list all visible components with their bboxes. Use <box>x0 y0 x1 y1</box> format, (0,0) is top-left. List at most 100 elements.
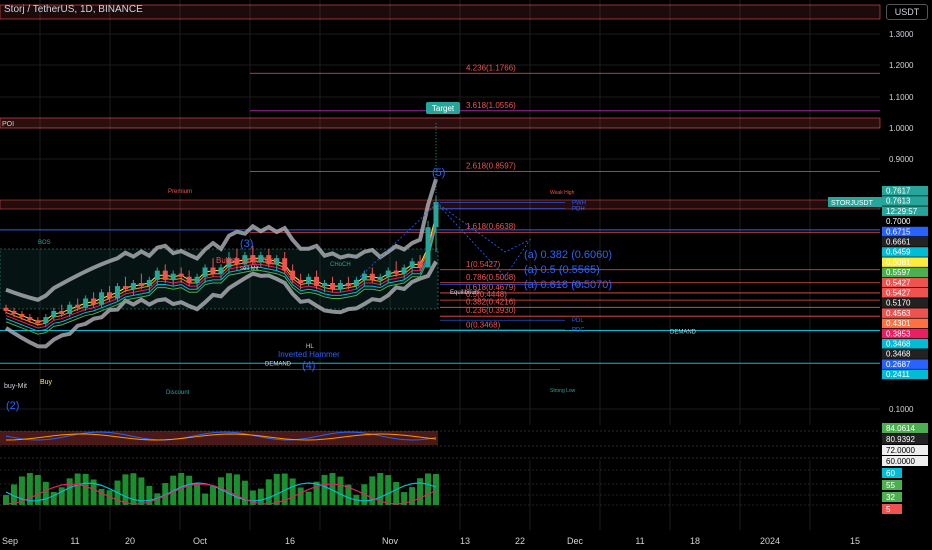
candle-body <box>337 283 343 290</box>
candle-body <box>306 276 312 283</box>
price-label: 0.5427 <box>886 278 911 287</box>
osc-b-bar <box>82 473 89 505</box>
choch-label: CHoCH <box>330 262 351 268</box>
wave-3-label: (3) <box>240 238 253 250</box>
demand-label-right: DEMAND <box>670 329 697 335</box>
osc-a-label: 72.0000 <box>886 446 915 455</box>
osc-b-bar <box>425 473 432 505</box>
osc-a-label: 80.9392 <box>886 435 915 444</box>
price-label: 0.3468 <box>886 340 911 349</box>
osc-b-bar <box>225 473 232 505</box>
candle-body <box>3 307 9 311</box>
candle-body <box>75 304 81 308</box>
pdh-label: PDH <box>572 207 585 213</box>
time-tick: 18 <box>690 536 700 546</box>
price-label: 0.5427 <box>886 289 911 298</box>
osc-b-bar <box>433 473 439 505</box>
time-tick: 22 <box>515 536 525 546</box>
osc-b-bar <box>202 493 209 505</box>
fib-level-label: 4.236(1.1766) <box>466 63 516 72</box>
osc-b-bar <box>305 491 312 505</box>
time-tick: 11 <box>70 536 79 546</box>
fib-level-label: 0.236(0.3930) <box>466 306 516 315</box>
osc-b-bar <box>385 475 392 505</box>
sell-mit-label: sell Mit <box>240 266 259 272</box>
equilibrium-label: Equilibrium <box>450 290 480 296</box>
discount-label: Discount <box>166 390 190 396</box>
time-tick: 11 <box>635 536 644 546</box>
osc-b-bar <box>241 480 248 505</box>
inverted-hammer-label: Inverted Hammer <box>278 350 340 359</box>
pdl-label: PDL <box>572 318 584 324</box>
price-tick: 1.0000 <box>889 124 914 133</box>
price-label: 0.3853 <box>886 329 911 338</box>
osc-b-label-bg <box>882 504 902 514</box>
candle-body <box>35 320 41 324</box>
bullish-engulfing-label: Bullish Engulfing <box>216 256 275 265</box>
osc-a-label: 84.0614 <box>886 424 915 433</box>
fib-level-label: 1(0.5427) <box>466 260 501 269</box>
symbol-title: Storj / TetherUS, 1D, BINANCE <box>4 4 143 15</box>
candle-body <box>51 310 57 318</box>
price-label: 0.4301 <box>886 319 911 328</box>
candle-body <box>417 261 423 268</box>
candle-body <box>122 286 128 290</box>
poi-zone <box>0 117 881 129</box>
wave-5-label: (5) <box>432 167 445 179</box>
hl-label: HL <box>306 344 314 350</box>
price-tick: 1.2000 <box>889 61 914 70</box>
price-label: 0.7617 <box>886 187 911 196</box>
candle-body <box>19 314 25 318</box>
osc-b-label: 32 <box>886 493 895 502</box>
osc-b-bar <box>265 479 272 505</box>
osc-b-bar <box>297 487 304 505</box>
osc-a-label: 60.0000 <box>886 457 915 466</box>
candle-body <box>290 270 296 280</box>
retrace-label: (a) 0.382 (0.6060) <box>524 249 612 261</box>
candle-body <box>170 273 176 280</box>
osc-b-bar <box>257 488 264 505</box>
bos-label: BOS <box>38 240 51 246</box>
pdc-label: PDC <box>572 328 585 334</box>
candle-body <box>130 283 136 290</box>
osc-b-label: 60 <box>886 469 895 478</box>
osc-b-bar <box>210 485 217 505</box>
candle-body <box>194 276 200 283</box>
candle-body <box>162 270 168 280</box>
time-tick: 16 <box>285 536 295 546</box>
osc-b-bar <box>186 475 193 505</box>
candle-body <box>385 270 391 277</box>
osc-b-label: 5 <box>886 505 891 514</box>
currency-button[interactable]: USDT <box>886 4 928 20</box>
premium-zone <box>0 199 881 210</box>
price-tick: 0.9000 <box>889 155 914 164</box>
candle-body <box>314 276 320 287</box>
retrace-label: (a) 0.5 (0.5565) <box>524 264 600 276</box>
fib-level-label: 3.618(1.0556) <box>466 101 516 110</box>
candle-body <box>99 292 105 305</box>
price-tick: 1.3000 <box>889 30 914 39</box>
candle-body <box>218 267 224 274</box>
time-tick: 2024 <box>760 536 780 546</box>
candle-body <box>186 276 192 283</box>
candle-body <box>401 267 407 274</box>
symbol-tag: STORJUSDT <box>831 200 874 207</box>
candle-body <box>361 273 367 280</box>
osc-b-bar <box>273 473 280 505</box>
price-label: 0.6661 <box>886 238 911 247</box>
candle-body <box>83 298 89 308</box>
osc-b-bar <box>50 491 57 505</box>
candle-body <box>43 317 49 324</box>
candle-body <box>298 279 304 283</box>
wave-2-label: (2) <box>6 400 19 412</box>
candle-body <box>114 286 120 299</box>
candle-body <box>146 279 152 287</box>
osc-b-bar <box>66 478 73 505</box>
trading-chart[interactable]: POI Premium Weak High BOS CHoCH 4.236(1.1766)… <box>0 0 932 550</box>
price-label: 0.2687 <box>886 360 911 369</box>
time-tick: 15 <box>850 536 860 546</box>
candle-body <box>329 283 335 290</box>
price-label: 0.2411 <box>886 370 910 379</box>
candle-body <box>425 227 431 268</box>
candle-body <box>322 283 328 287</box>
